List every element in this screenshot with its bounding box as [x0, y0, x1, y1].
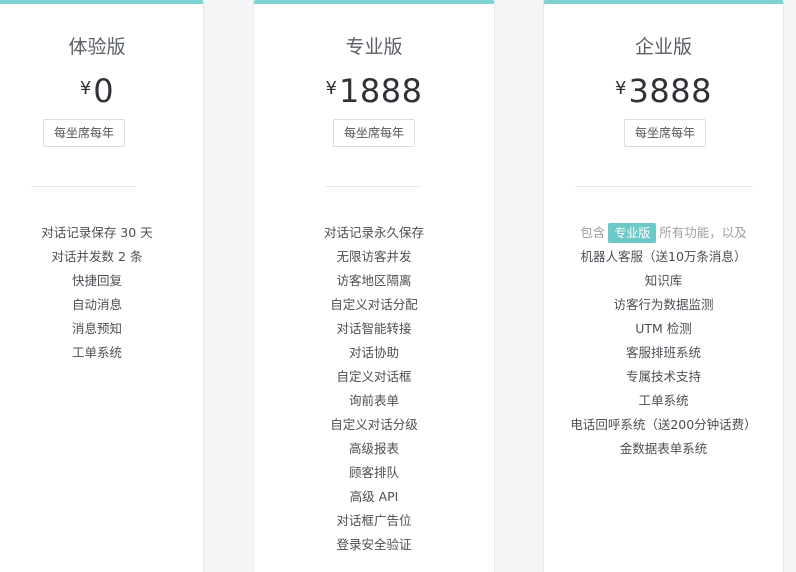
- includes-suffix: 所有功能，以及: [659, 225, 747, 240]
- feature-item: 快捷回复: [71, 273, 122, 288]
- plan-card-enterprise: 企业版 ¥3888 每坐席每年 包含 专业版 所有功能，以及 机器人客服（送10万条…: [543, 0, 784, 572]
- plan-name: 专业版: [345, 36, 403, 58]
- feature-list: 对话记录永久保存 无限访客并发 访客地区隔离 自定义对话分配 对话智能转接 对话…: [254, 221, 494, 557]
- plan-name: 企业版: [634, 36, 692, 58]
- feature-item: 对话协助: [348, 345, 399, 360]
- currency-symbol: ¥: [79, 78, 92, 99]
- feature-item: 知识库: [644, 273, 683, 288]
- feature-item: 高级报表: [348, 441, 399, 456]
- feature-item: 金数据表单系统: [619, 441, 708, 456]
- feature-item: 自动消息: [71, 297, 122, 312]
- feature-item: 对话框广告位: [336, 513, 412, 528]
- plan-card-pro: 专业版 ¥1888 每坐席每年 对话记录永久保存 无限访客并发 访客地区隔离 自…: [253, 0, 495, 572]
- feature-item: 无限访客并发: [336, 249, 412, 264]
- feature-item: 客服排班系统: [625, 345, 701, 360]
- feature-item: 访客行为数据监测: [613, 297, 714, 312]
- divider: [325, 186, 422, 187]
- feature-item: 电话回呼系统（送200分钟话费）: [570, 417, 757, 432]
- currency-symbol: ¥: [325, 78, 337, 99]
- feature-item: UTM 检测: [635, 321, 692, 336]
- plan-card-basic: 体验版 ¥0 每坐席每年 对话记录保存 30 天 对话并发数 2 条 快捷回复 …: [0, 0, 204, 572]
- plan-price: ¥0: [0, 72, 203, 114]
- pro-plan-tag: 专业版: [608, 223, 657, 243]
- feature-item: 访客地区隔离: [336, 273, 412, 288]
- plan-name: 体验版: [68, 36, 126, 58]
- feature-item: 顾客排队: [348, 465, 399, 480]
- feature-item: 机器人客服（送10万条消息）: [580, 249, 747, 264]
- feature-item: 登录安全验证: [336, 537, 412, 552]
- includes-prefix: 包含: [580, 225, 606, 240]
- feature-item: 自定义对话分级: [330, 417, 418, 432]
- feature-item: 对话记录保存 30 天: [41, 225, 153, 240]
- price-unit-badge: 每坐席每年: [624, 119, 706, 147]
- feature-item: 对话并发数 2 条: [51, 249, 143, 264]
- feature-item: 自定义对话分配: [330, 297, 418, 312]
- feature-item: 自定义对话框: [336, 369, 412, 384]
- price-amount: 0: [93, 72, 115, 110]
- feature-list: 对话记录保存 30 天 对话并发数 2 条 快捷回复 自动消息 消息预知 工单系…: [0, 221, 203, 365]
- price-amount: 1888: [339, 72, 423, 110]
- currency-symbol: ¥: [615, 78, 627, 99]
- includes-pro-line: 包含 专业版 所有功能，以及: [544, 221, 783, 245]
- divider: [31, 186, 136, 187]
- feature-item: 消息预知: [71, 321, 122, 336]
- feature-item: 专属技术支持: [625, 369, 701, 384]
- price-amount: 3888: [628, 72, 712, 110]
- feature-item: 对话智能转接: [336, 321, 412, 336]
- feature-item: 工单系统: [638, 393, 689, 408]
- feature-list: 包含 专业版 所有功能，以及 机器人客服（送10万条消息） 知识库 访客行为数据监测…: [544, 221, 783, 461]
- plan-price: ¥3888: [544, 72, 783, 114]
- feature-item: 高级 API: [349, 489, 399, 504]
- feature-item: 工单系统: [71, 345, 122, 360]
- feature-item: 对话记录永久保存: [323, 225, 424, 240]
- price-unit-badge: 每坐席每年: [43, 119, 125, 147]
- feature-item: 询前表单: [348, 393, 399, 408]
- price-unit-badge: 每坐席每年: [333, 119, 415, 147]
- plan-price: ¥1888: [254, 72, 494, 114]
- divider: [575, 186, 753, 187]
